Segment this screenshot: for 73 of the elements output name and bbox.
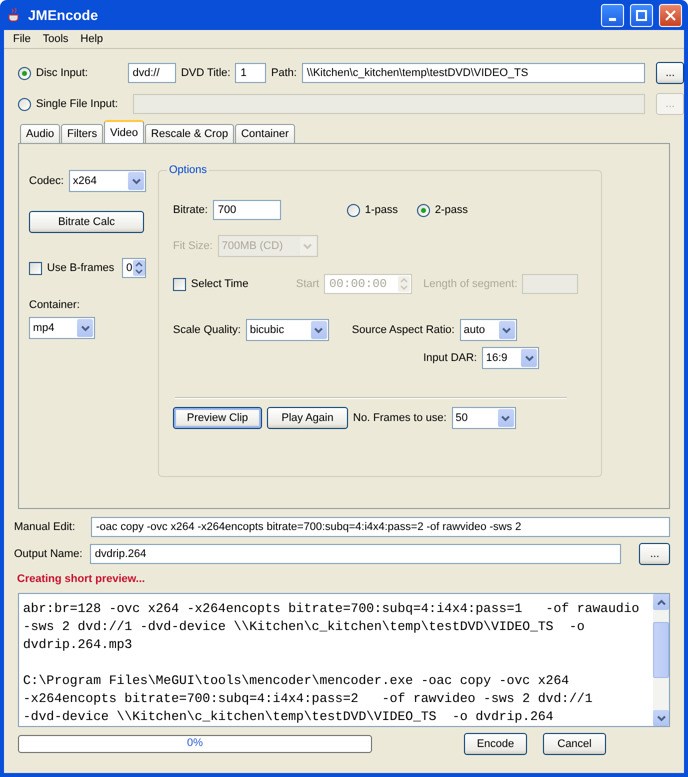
action-button[interactable]: Cancel (543, 733, 606, 755)
checkbox[interactable] (173, 278, 186, 290)
radio-label: Disc Input: (36, 67, 89, 79)
checkbox-label: Use B-frames (47, 262, 114, 274)
log-line: -x264encopts bitrate=700:subq=4:i4x4:pass=2 -of rawvideo -sws 2 dvd://1 (23, 690, 594, 708)
field-label: No. Frames to use: (353, 412, 447, 424)
field-label: Length of segment: (423, 278, 518, 290)
aspect-ratio-dropdown[interactable]: auto (460, 319, 517, 341)
container-dropdown[interactable]: mp4 (29, 317, 95, 339)
log-line: -sws 2 dvd://1 -dvd-device \\Kitchen\c_kitchen\temp\testDVD\VIDEO_TS -o (23, 618, 586, 636)
browse-button[interactable]: ... (656, 62, 684, 84)
frames-dropdown[interactable]: 50 (452, 407, 516, 429)
spinner-field[interactable]: 0 (122, 258, 146, 278)
radio-label: Single File Input: (36, 98, 119, 110)
radio-label: 2-pass (434, 204, 468, 216)
scale-quality-dropdown[interactable]: bicubic (246, 319, 329, 341)
field-label: Container: (29, 299, 81, 311)
scroll-down-icon[interactable] (653, 710, 669, 726)
log-line: C:\Program Files\MeGUI\tools\mencoder\mencoder.exe -oac copy -ovc x264 (23, 672, 570, 690)
path-field[interactable]: \\Kitchen\c_kitchen\temp\testDVD\VIDEO_TS (302, 63, 646, 83)
checkbox[interactable] (29, 262, 42, 274)
tab[interactable]: Filters (61, 124, 104, 143)
radio-button[interactable] (18, 66, 31, 80)
codec-dropdown[interactable]: x264 (68, 170, 146, 192)
field-label: Bitrate: (173, 204, 208, 216)
status-message: Creating short preview... (17, 573, 145, 585)
field-label: Fit Size: (173, 240, 213, 252)
menu-item[interactable]: Help (74, 33, 110, 45)
tab[interactable]: Rescale & Crop (145, 124, 234, 143)
log-line: abr:br=128 -ovc x264 -x264encopts bitrate=700:subq=4:i4x4:pass=1 -of rawaudio (23, 600, 640, 618)
spinner-arrows-icon[interactable] (133, 260, 145, 276)
clip-button[interactable]: Preview Clip (173, 407, 262, 429)
field-label: Start (296, 278, 320, 290)
tab[interactable]: Video (104, 120, 144, 143)
action-button[interactable]: Encode (464, 733, 527, 755)
field-label: Input DAR: (422, 352, 477, 364)
log-line: dvdrip.264.mp3 (23, 636, 134, 654)
maximize-icon (636, 10, 647, 20)
radio-button[interactable] (346, 204, 360, 216)
field-label: DVD Title: (180, 67, 230, 79)
input-field[interactable]: dvd:// (128, 63, 176, 83)
manual-edit-field[interactable]: -oac copy -ovc x264 -x264encopts bitrate=700:subq=4:i4x4:pass=2 -of rawvideo -sws 2 (91, 517, 670, 537)
scroll-up-icon[interactable] (653, 594, 669, 610)
field-label: Source Aspect Ratio: (352, 324, 455, 336)
output-name-field[interactable]: dvdrip.264 (90, 544, 622, 564)
field-label: Output Name: (14, 548, 84, 560)
radio-label: 1-pass (364, 204, 398, 216)
field-label: Path: (271, 67, 297, 79)
radio-button[interactable] (416, 204, 430, 216)
log-line: -dvd-device \\Kitchen\c_kitchen\temp\testDVD\VIDEO_TS -o dvdrip.264 (23, 708, 554, 726)
progress-text: 0% (187, 737, 203, 749)
bitrate-field[interactable]: 700 (212, 200, 281, 220)
input-field[interactable]: 1 (235, 63, 266, 83)
maximize-button[interactable] (630, 4, 653, 26)
menu-item[interactable]: Tools (36, 33, 74, 45)
field-label: Scale Quality: (173, 324, 241, 336)
bitrate-calc-button[interactable]: Bitrate Calc (29, 211, 144, 233)
input-dar-dropdown[interactable]: 16:9 (482, 347, 539, 369)
scrollbar[interactable] (653, 594, 669, 726)
clip-button[interactable]: Play Again (267, 407, 348, 429)
close-icon (665, 10, 676, 20)
close-button[interactable] (659, 4, 682, 26)
checkbox-label: Select Time (191, 278, 250, 290)
minimize-icon (609, 18, 616, 20)
field-label: Manual Edit: (14, 521, 76, 533)
group-title: Options (168, 164, 208, 176)
browse-button[interactable]: ... (639, 543, 670, 565)
window-title: JMEncode (28, 7, 100, 23)
minimize-button[interactable] (601, 4, 624, 26)
field-label: Codec: (29, 175, 64, 187)
tab[interactable]: Container (235, 124, 295, 143)
tab[interactable]: Audio (20, 124, 60, 143)
menu-item[interactable]: File (7, 33, 37, 45)
